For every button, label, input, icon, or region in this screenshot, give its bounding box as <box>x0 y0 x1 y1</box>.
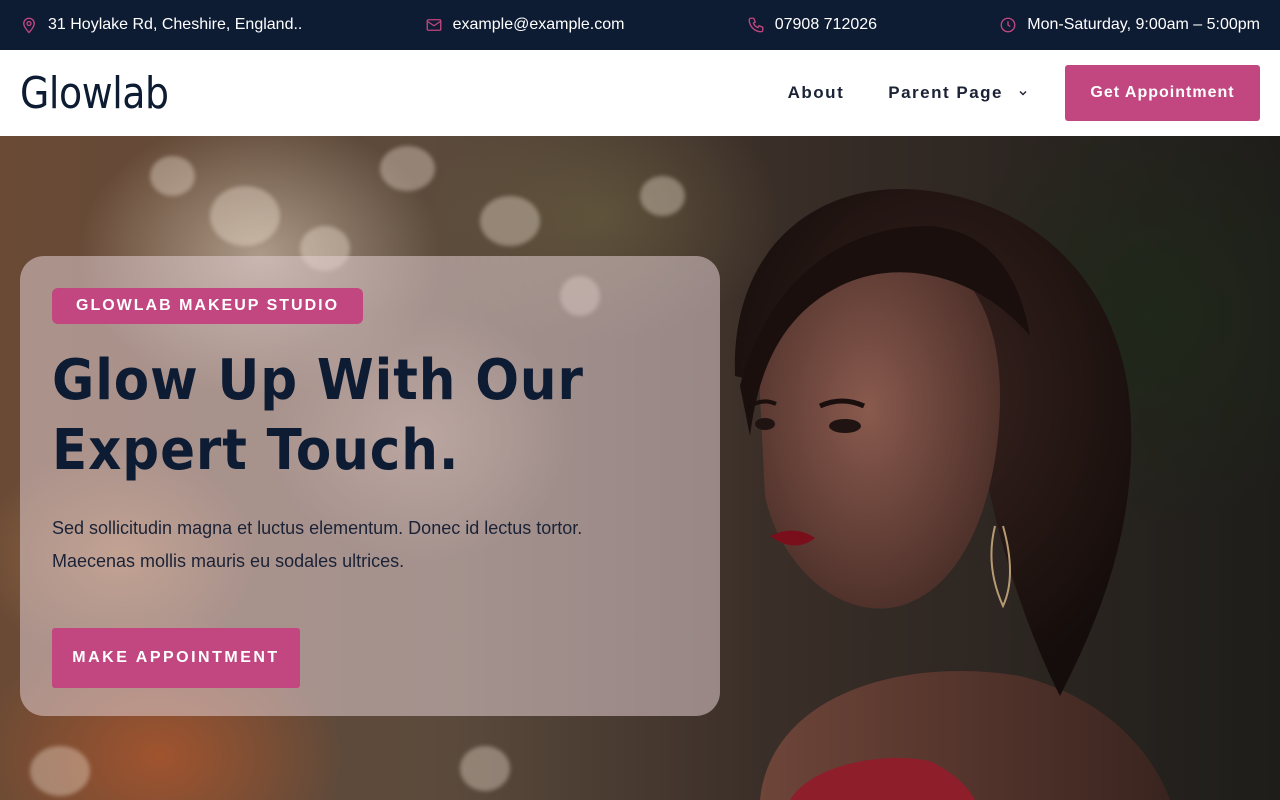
nav-link-about[interactable]: About <box>788 83 845 103</box>
nav-link-parent-page[interactable]: Parent Page <box>888 83 1029 103</box>
nav-label-parent-page: Parent Page <box>888 83 1003 102</box>
hero-card: GLOWLAB MAKEUP STUDIO Glow Up With Our E… <box>20 256 720 716</box>
address-info: 31 Hoylake Rd, Cheshire, England.. <box>20 16 302 34</box>
hero-headline: Glow Up With Our Expert Touch. <box>52 348 584 483</box>
address-text: 31 Hoylake Rd, Cheshire, England.. <box>48 16 303 33</box>
map-pin-icon <box>23 17 35 34</box>
email-text[interactable]: example@example.com <box>453 16 625 34</box>
main-nav: About Parent Page Get Appointment <box>788 65 1260 121</box>
mail-icon <box>426 19 442 31</box>
main-header: Glowlab About Parent Page Get Appointmen… <box>0 50 1280 136</box>
make-appointment-button[interactable]: MAKE APPOINTMENT <box>52 628 300 688</box>
hours-info: Mon-Saturday, 9:00am – 5:00pm <box>999 16 1260 34</box>
phone-info[interactable]: 07908 712026 <box>747 16 877 34</box>
email-info[interactable]: example@example.com <box>425 16 625 34</box>
hero-description: Sed sollicitudin magna et luctus element… <box>52 518 583 571</box>
hours-text: Mon-Saturday, 9:00am – 5:00pm <box>1027 16 1260 33</box>
hero-section: GLOWLAB MAKEUP STUDIO Glow Up With Our E… <box>0 136 1280 800</box>
chevron-down-icon <box>1019 91 1027 96</box>
clock-icon <box>1000 17 1016 33</box>
top-info-bar: 31 Hoylake Rd, Cheshire, England.. examp… <box>0 0 1280 50</box>
phone-icon <box>748 17 764 33</box>
phone-text[interactable]: 07908 712026 <box>775 16 877 34</box>
nav-label-about: About <box>787 83 845 102</box>
site-logo[interactable]: Glowlab <box>20 68 169 119</box>
get-appointment-button[interactable]: Get Appointment <box>1065 65 1260 121</box>
studio-tag: GLOWLAB MAKEUP STUDIO <box>52 288 364 324</box>
